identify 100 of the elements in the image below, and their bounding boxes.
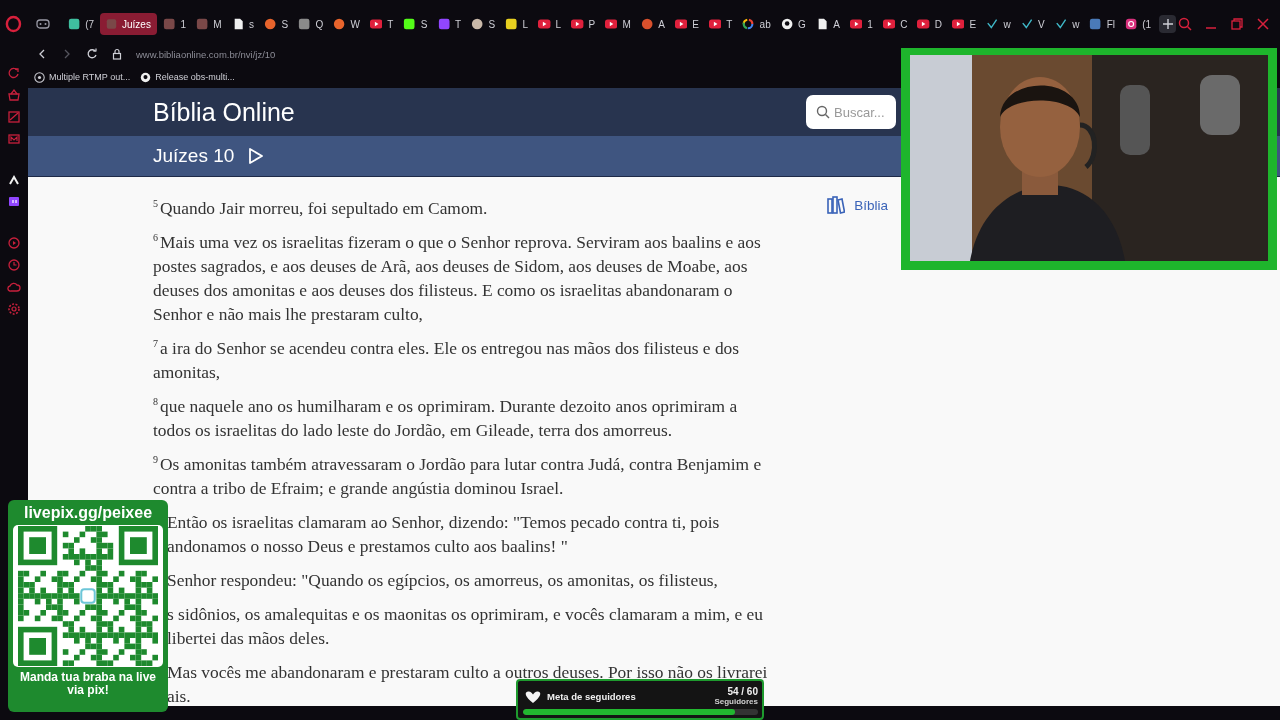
browser-tab[interactable]: Q (294, 13, 328, 35)
play-icon (882, 17, 896, 31)
chat-icon[interactable] (7, 195, 21, 209)
browser-tab[interactable]: T (365, 13, 398, 35)
play-icon (674, 17, 688, 31)
site-title[interactable]: Bíblia Online (153, 97, 295, 127)
close-icon[interactable] (1256, 17, 1271, 31)
cloud-icon[interactable] (7, 280, 21, 294)
basket-icon[interactable] (7, 88, 21, 102)
verse-text: postes sagrados, e aos deuses de Arã, aos deuses de Sidom, aos deuses de Moabe, aos (153, 255, 748, 278)
verse-text: ais. (166, 685, 191, 706)
opera-logo-icon[interactable] (5, 15, 22, 33)
goal-unit: Seguidores (714, 697, 758, 707)
browser-tab[interactable]: 1 (158, 13, 190, 35)
browser-tab[interactable]: T (704, 13, 737, 35)
google-icon (742, 17, 755, 31)
browser-tab[interactable]: M (191, 13, 226, 35)
play-icon (917, 17, 930, 31)
browser-tab[interactable]: D (913, 13, 947, 35)
browser-tab[interactable]: G (776, 13, 810, 35)
reload-icon[interactable] (86, 48, 98, 60)
lock-icon (111, 48, 123, 60)
clock-icon[interactable] (7, 258, 21, 272)
camera-icon (1125, 17, 1138, 31)
browser-tab[interactable]: s (227, 13, 259, 35)
browser-tab[interactable]: E (670, 13, 703, 35)
gamepad-icon (35, 17, 50, 31)
goal-title: Meta de seguidores (547, 691, 636, 702)
browser-tab[interactable]: S (399, 13, 432, 35)
play-icon (605, 17, 618, 31)
play-icon (369, 17, 383, 31)
settings-icon[interactable] (7, 302, 21, 316)
verse-text: todos os israelitas do lado leste do Jordão, em Gileade, terra dos amorreus. (153, 419, 673, 442)
verse-number: 6 (153, 233, 158, 243)
books-icon (827, 196, 846, 214)
browser-tab[interactable]: (1 (1121, 13, 1156, 35)
window-icon[interactable] (7, 110, 21, 124)
check-icon (986, 17, 999, 31)
play-icon (849, 17, 863, 31)
verse-text: Então os israelitas clamaram ao Senhor, dizendo: "Temos pecado contra ti, pois (166, 511, 720, 534)
bible-link[interactable]: Bíblia (827, 196, 888, 214)
goal-count: 54 / 60 (727, 686, 758, 697)
donation-caption: Manda tua braba na live via pix! (18, 671, 157, 697)
browser-tab[interactable]: w (1050, 13, 1084, 35)
verse-number: 5 (153, 199, 158, 209)
verse-number: 9 (153, 455, 158, 465)
browser-tab[interactable]: V (1016, 13, 1049, 35)
play-icon (708, 17, 722, 31)
browser-tab[interactable]: Fl (1085, 13, 1119, 35)
play-icon (952, 17, 965, 31)
verse-text: Senhor respondeu: "Quando os egípcios, os amorreus, os amonitas, os filisteus, (166, 569, 718, 592)
verse-number: 8 (153, 397, 158, 407)
heart-icon (523, 689, 543, 704)
browser-tab[interactable]: P (567, 13, 600, 35)
search-icon (816, 105, 830, 119)
verse-text: Quando Jair morreu, foi sepultado em Camom. (160, 197, 488, 220)
restore-icon[interactable] (1230, 17, 1245, 31)
search-field[interactable]: Buscar... (806, 95, 896, 129)
browser-tab[interactable]: A (636, 13, 669, 35)
check-icon (1020, 17, 1034, 31)
browser-tab[interactable]: ab (738, 13, 775, 35)
browser-tab[interactable]: T (433, 13, 466, 35)
verse-text: deuses dos amonitas e aos deuses dos filisteus. E como os israelitas abandonaram o (153, 279, 733, 302)
plus-icon (1162, 19, 1173, 29)
verse-text: Mais uma vez os israelitas fizeram o que o Senhor reprova. Serviram aos baalins e aos (160, 231, 761, 254)
browser-tab[interactable]: Juízes (100, 13, 157, 35)
play-icon (571, 17, 584, 31)
bookmark[interactable]: Multiple RTMP out... (34, 71, 131, 83)
verse-number: 7 (153, 339, 158, 349)
browser-tab[interactable]: E (948, 13, 981, 35)
verse-text: que naquele ano os humilharam e os oprimiram. Durante dezoito anos oprimiram a (160, 395, 738, 418)
browser-tab[interactable]: (7 (63, 13, 99, 35)
new-tab-button[interactable] (1159, 15, 1177, 33)
play-icon[interactable] (7, 236, 21, 250)
verse-text: s sidônios, os amalequitas e os maonitas os oprimiram, e vocês clamaram a mim, e eu (166, 603, 763, 626)
verse-text: libertei das mãos deles. (166, 627, 330, 650)
verse-text: amonitas, (153, 361, 221, 384)
arrow-up-icon[interactable] (7, 173, 21, 187)
search-icon[interactable] (1178, 17, 1193, 31)
mail-icon[interactable] (7, 132, 21, 146)
play-icon (538, 17, 551, 31)
browser-tab[interactable]: S (260, 13, 293, 35)
browser-tab[interactable]: W (329, 13, 364, 35)
browser-tab[interactable]: w (982, 13, 1015, 35)
browser-tab[interactable]: S (467, 13, 500, 35)
browser-tab[interactable]: C (878, 13, 912, 35)
verse-text: a ira do Senhor se acendeu contra eles. Ele os entregou nas mãos dos filisteus e dos (160, 337, 740, 360)
browser-tab[interactable]: M (601, 13, 635, 35)
browser-tab[interactable]: A (811, 13, 844, 35)
address-field[interactable]: www.bibliaonline.com.br/nvi/jz/10 (136, 48, 276, 60)
browser-tab[interactable]: L (501, 13, 533, 35)
verse-text: contra a tribo de Efraim; e grande angústia dominou Israel. (153, 477, 564, 500)
check-icon (1054, 17, 1068, 31)
verse-text: andonamos o nosso Deus e prestamos culto aos baalins! " (166, 535, 568, 558)
chapter-title: Juízes 10 (153, 145, 235, 167)
verse-text: Senhor e não mais lhe prestaram culto, (153, 303, 423, 326)
verse-text: Os amonitas também atravessaram o Jordão para lutar contra Judá, contra Benjamim e (160, 453, 762, 476)
browser-tab[interactable]: 1 (845, 13, 877, 35)
bookmark[interactable]: Release obs-multi... (140, 71, 235, 83)
browser-tab[interactable]: L (534, 13, 566, 35)
